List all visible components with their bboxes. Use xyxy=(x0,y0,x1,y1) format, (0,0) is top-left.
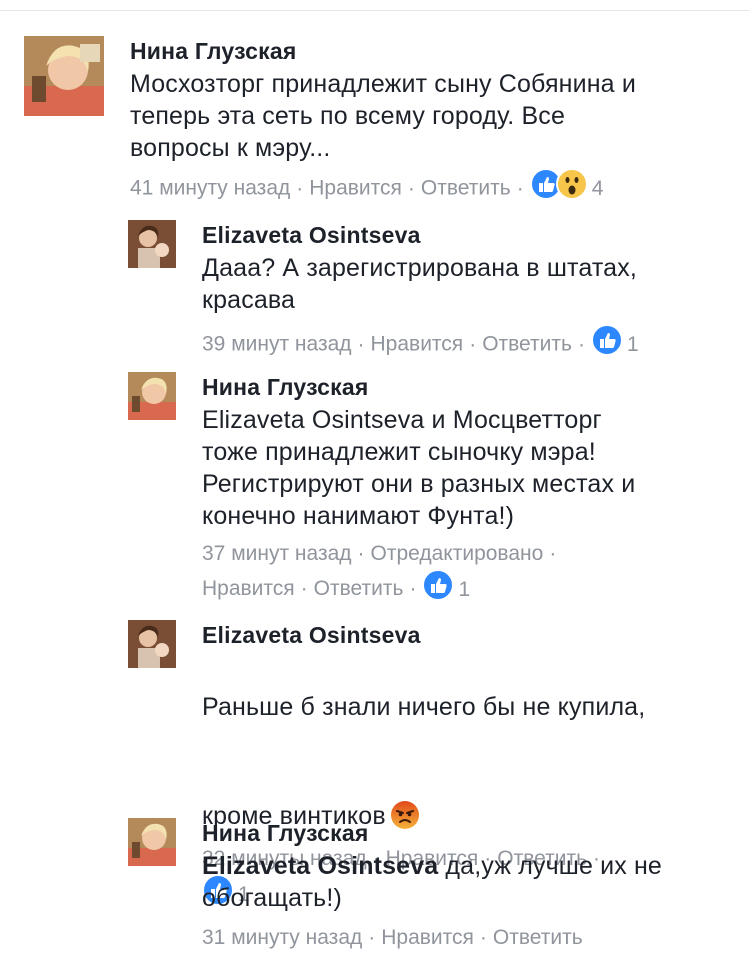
reply-link[interactable]: Ответить xyxy=(493,926,583,949)
like-reaction-icon xyxy=(590,324,623,366)
comment: Нина Глузская Мосхозторг принадлежит сын… xyxy=(24,36,724,206)
separator-dot: · xyxy=(479,926,487,949)
separator-dot: · xyxy=(549,542,557,565)
top-divider xyxy=(0,10,749,11)
comment-timestamp[interactable]: 37 минут назад xyxy=(202,542,352,565)
reaction-summary[interactable]: 1 xyxy=(422,569,470,610)
separator-dot: · xyxy=(368,926,376,949)
comment-text: Elizaveta Osintseva да,уж лучше их не об… xyxy=(202,850,742,914)
separator-dot: · xyxy=(469,332,477,356)
reaction-count: 4 xyxy=(591,177,604,200)
comment-author[interactable]: Нина Глузская xyxy=(130,36,730,66)
comment-meta: 39 минут назад · Нравится · Ответить · 1 xyxy=(202,324,732,366)
mention-link[interactable]: Elizaveta Osintseva xyxy=(202,852,438,880)
comment-meta: 31 минуту назад · Нравится · Ответить xyxy=(202,922,742,954)
avatar[interactable] xyxy=(128,818,176,866)
comment-timestamp[interactable]: 41 минуту назад xyxy=(130,177,290,200)
avatar[interactable] xyxy=(128,220,176,268)
avatar[interactable] xyxy=(24,36,104,116)
wow-reaction-icon xyxy=(555,168,588,210)
comment-text: Мосхозторг принадлежит сыну Собянина и т… xyxy=(130,70,636,162)
reply-link[interactable]: Ответить xyxy=(482,333,572,356)
reaction-summary[interactable]: 1 xyxy=(590,324,639,366)
comment-author[interactable]: Elizaveta Osintseva xyxy=(202,220,732,250)
reply-link[interactable]: Ответить xyxy=(421,177,511,200)
comment: Нина Глузская Elizaveta Osintseva да,уж … xyxy=(128,818,728,968)
reaction-summary[interactable]: 4 xyxy=(529,168,604,210)
comment-text-line: Раньше б знали ничего бы не купила, xyxy=(202,693,646,721)
separator-dot: · xyxy=(407,176,415,200)
reaction-count: 1 xyxy=(626,333,639,356)
comment-meta: 41 минуту назад · Нравится · Ответить · 4 xyxy=(130,168,730,210)
like-reaction-icon xyxy=(422,569,455,610)
separator-dot: · xyxy=(357,332,365,356)
like-link[interactable]: Нравится xyxy=(309,177,402,200)
comment-timestamp[interactable]: 31 минуту назад xyxy=(202,926,362,949)
avatar[interactable] xyxy=(128,372,176,420)
edited-label[interactable]: Отредактировано xyxy=(371,542,544,565)
comment-text: Elizaveta Osintseva и Мосцветторг тоже п… xyxy=(202,406,636,530)
comment-timestamp[interactable]: 39 минут назад xyxy=(202,333,352,356)
comment-author[interactable]: Нина Глузская xyxy=(202,372,732,402)
comment-text: Дааа? А зарегистрирована в штатах, краса… xyxy=(202,254,637,314)
reply-link[interactable]: Ответить xyxy=(314,577,404,600)
reaction-count: 1 xyxy=(458,578,471,601)
like-link[interactable]: Нравится xyxy=(202,577,295,600)
like-link[interactable]: Нравится xyxy=(371,333,464,356)
comment-author[interactable]: Нина Глузская xyxy=(202,818,742,848)
comment: Elizaveta Osintseva Раньше б знали ничег… xyxy=(128,620,728,906)
separator-dot: · xyxy=(300,577,308,601)
separator-dot: · xyxy=(409,577,417,601)
comment: Нина Глузская Elizaveta Osintseva и Мосц… xyxy=(128,372,728,602)
comment-meta: 37 минут назад · Отредактировано · Нравится ·… xyxy=(202,538,732,610)
avatar[interactable] xyxy=(128,620,176,668)
like-link[interactable]: Нравится xyxy=(381,926,474,949)
separator-dot: · xyxy=(357,542,365,565)
separator-dot: · xyxy=(516,176,524,200)
separator-dot: · xyxy=(296,176,304,200)
comment-text: Раньше б знали ничего бы не купила, кром… xyxy=(202,652,732,841)
comment: Elizaveta Osintseva Дааа? А зарегистриро… xyxy=(128,220,728,360)
comment-author[interactable]: Elizaveta Osintseva xyxy=(202,620,732,650)
separator-dot: · xyxy=(577,332,585,356)
